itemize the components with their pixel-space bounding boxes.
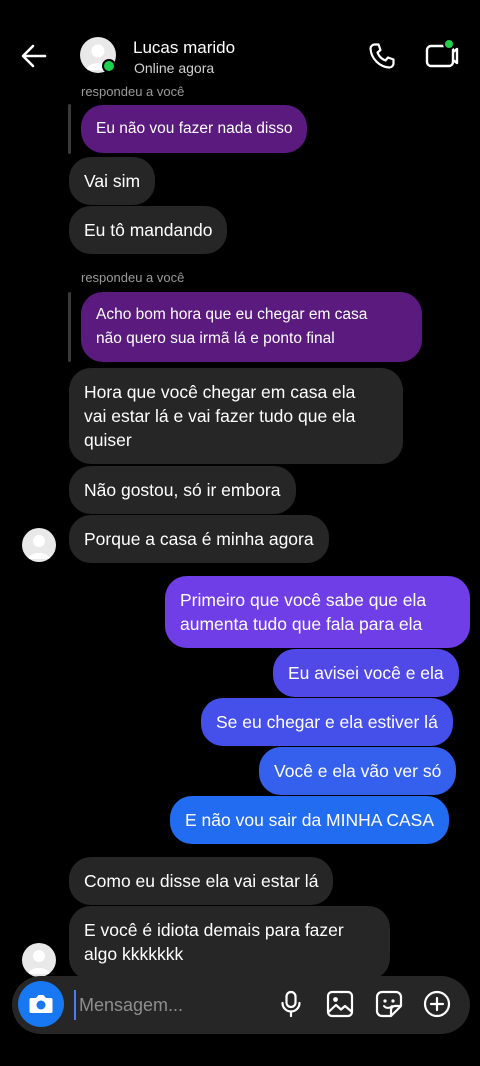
- incoming-message[interactable]: Como eu disse ela vai estar lá: [69, 857, 334, 905]
- reply-bar: [68, 104, 71, 154]
- chat-header: Lucas marido Online agora: [0, 0, 480, 86]
- incoming-message[interactable]: Eu tô mandando: [69, 206, 228, 254]
- back-arrow-icon[interactable]: [18, 40, 50, 72]
- incoming-message[interactable]: Não gostou, só ir embora: [69, 466, 296, 514]
- outgoing-message[interactable]: E não vou sair da MINHA CASA: [170, 796, 449, 844]
- outgoing-message[interactable]: Você e ela vão ver só: [259, 747, 457, 795]
- incoming-message[interactable]: Porque a casa é minha agora: [69, 515, 329, 563]
- sender-avatar[interactable]: [22, 528, 56, 562]
- sticker-icon[interactable]: [374, 989, 404, 1019]
- quoted-message[interactable]: Eu não vou fazer nada disso: [81, 105, 308, 153]
- quoted-message[interactable]: Acho bom hora que eu chegar em casa não …: [81, 292, 422, 362]
- online-status-dot: [102, 59, 116, 73]
- incoming-message[interactable]: E você é idiota demais para fazer algo k…: [69, 906, 390, 980]
- plus-circle-icon[interactable]: [422, 989, 452, 1019]
- contact-name[interactable]: Lucas marido: [133, 38, 235, 58]
- video-active-dot: [443, 38, 455, 50]
- contact-status: Online agora: [134, 60, 215, 76]
- phone-icon[interactable]: [366, 40, 398, 72]
- outgoing-message[interactable]: Primeiro que você sabe que ela aumenta t…: [165, 576, 470, 648]
- reply-label: respondeu a você: [81, 84, 185, 99]
- reply-bar: [68, 292, 71, 362]
- microphone-icon[interactable]: [276, 989, 306, 1019]
- sender-avatar[interactable]: [22, 943, 56, 977]
- message-input[interactable]: [74, 990, 264, 1020]
- reply-label: respondeu a você: [81, 270, 185, 285]
- incoming-message[interactable]: Vai sim: [69, 157, 156, 205]
- camera-icon: [29, 995, 53, 1013]
- image-icon[interactable]: [325, 989, 355, 1019]
- outgoing-message[interactable]: Eu avisei você e ela: [273, 649, 459, 697]
- outgoing-message[interactable]: Se eu chegar e ela estiver lá: [201, 698, 453, 746]
- camera-button[interactable]: [18, 981, 64, 1027]
- incoming-message[interactable]: Hora que você chegar em casa ela vai est…: [69, 368, 403, 464]
